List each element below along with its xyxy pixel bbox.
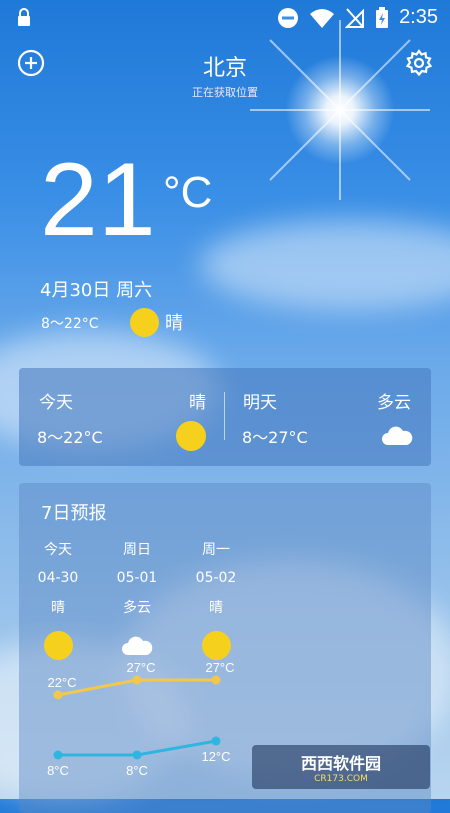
current-temperature: 21: [40, 142, 156, 258]
watermark-logo: 西西软件园 CR173.COM: [252, 745, 430, 789]
low-temp-point: [211, 736, 221, 746]
current-condition: 晴: [165, 313, 183, 334]
current-date: 4月30日 周六: [40, 280, 153, 301]
do-not-disturb-icon: [278, 7, 299, 28]
today-tomorrow-panel: 今天 晴 8～22°C 明天 多云 8～27°C: [19, 368, 431, 466]
no-signal-icon: [345, 7, 365, 28]
gear-icon: [405, 49, 433, 77]
city-name: 北京: [202, 56, 247, 81]
tomorrow-range: 8～27°C: [242, 428, 308, 447]
high-temp-point: [132, 675, 142, 685]
tomorrow-condition: 多云: [377, 393, 411, 413]
current-temp-range: 8～22°C: [41, 316, 99, 332]
divider: [224, 392, 225, 440]
low-temp-label: 8°C: [47, 763, 69, 778]
sun-icon: [130, 308, 159, 337]
high-temp-point: [211, 675, 221, 685]
high-temp-point: [53, 690, 63, 700]
watermark-site: CR173.COM: [314, 774, 368, 784]
wifi-icon: [310, 8, 335, 28]
low-temp-point: [53, 750, 63, 760]
cloud-icon: [382, 426, 413, 445]
status-bar: 2:35: [0, 0, 450, 36]
sun-icon: [176, 421, 206, 451]
watermark-brand: 西西软件园: [300, 754, 381, 773]
lock-icon: [18, 8, 30, 26]
today-range: 8～22°C: [37, 428, 103, 447]
locating-status: 正在获取位置: [192, 86, 258, 99]
high-temp-label: 22°C: [47, 675, 76, 690]
high-temp-label: 27°C: [126, 660, 155, 675]
low-temp-label: 8°C: [126, 763, 148, 778]
battery-charging-icon: [376, 6, 389, 28]
today-condition: 晴: [189, 393, 206, 413]
today-label: 今天: [39, 393, 73, 413]
temperature-unit: °C: [163, 168, 213, 217]
settings-button[interactable]: [404, 48, 434, 78]
low-temp-label: 12°C: [201, 749, 230, 764]
high-temp-label: 27°C: [205, 660, 234, 675]
tomorrow-label: 明天: [243, 393, 277, 413]
status-time: 2:35: [399, 6, 438, 28]
low-temp-point: [132, 750, 142, 760]
